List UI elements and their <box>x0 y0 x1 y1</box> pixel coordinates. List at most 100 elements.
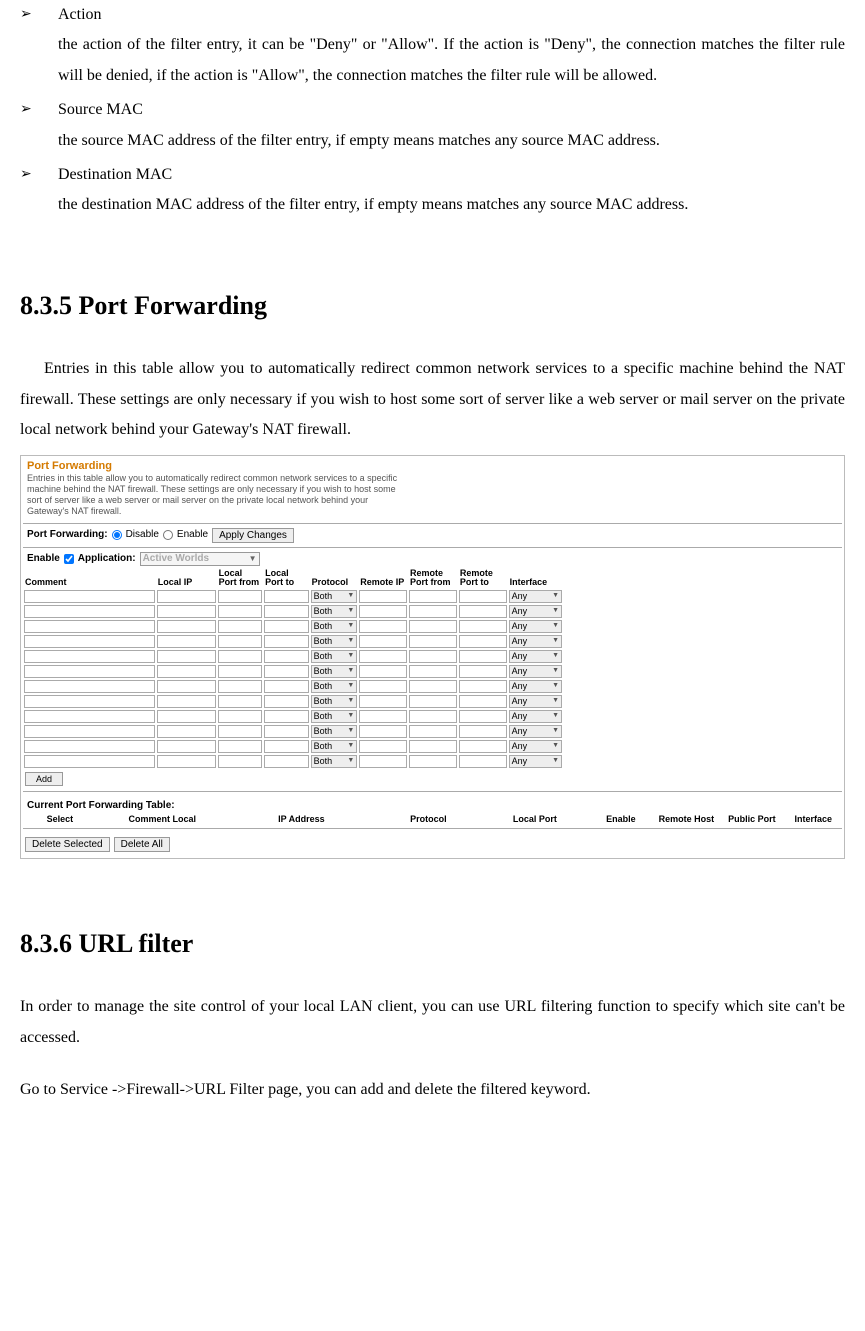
protocol-select[interactable]: Both▼ <box>311 680 358 693</box>
local-port-to-input[interactable] <box>264 635 308 648</box>
local-port-from-input[interactable] <box>218 755 262 768</box>
local-ip-input[interactable] <box>157 680 216 693</box>
local-ip-input[interactable] <box>157 635 216 648</box>
remote-ip-input[interactable] <box>359 650 407 663</box>
remote-port-from-input[interactable] <box>409 605 457 618</box>
protocol-select[interactable]: Both▼ <box>311 590 358 603</box>
local-ip-input[interactable] <box>157 665 216 678</box>
protocol-select[interactable]: Both▼ <box>311 665 358 678</box>
comment-input[interactable] <box>24 650 155 663</box>
local-port-from-input[interactable] <box>218 695 262 708</box>
remote-port-from-input[interactable] <box>409 680 457 693</box>
remote-port-to-input[interactable] <box>459 710 507 723</box>
remote-port-to-input[interactable] <box>459 650 507 663</box>
interface-select[interactable]: Any▼ <box>509 650 562 663</box>
protocol-select[interactable]: Both▼ <box>311 605 358 618</box>
remote-port-to-input[interactable] <box>459 740 507 753</box>
remote-port-to-input[interactable] <box>459 680 507 693</box>
interface-select[interactable]: Any▼ <box>509 725 562 738</box>
comment-input[interactable] <box>24 665 155 678</box>
local-port-to-input[interactable] <box>264 740 308 753</box>
interface-select[interactable]: Any▼ <box>509 755 562 768</box>
apply-changes-button[interactable]: Apply Changes <box>212 528 294 543</box>
local-port-to-input[interactable] <box>264 650 308 663</box>
enable-radio[interactable] <box>163 530 173 540</box>
comment-input[interactable] <box>24 695 155 708</box>
local-port-to-input[interactable] <box>264 755 308 768</box>
local-port-to-input[interactable] <box>264 725 308 738</box>
local-port-to-input[interactable] <box>264 695 308 708</box>
local-ip-input[interactable] <box>157 755 216 768</box>
interface-select[interactable]: Any▼ <box>509 605 562 618</box>
local-ip-input[interactable] <box>157 605 216 618</box>
remote-ip-input[interactable] <box>359 590 407 603</box>
remote-port-from-input[interactable] <box>409 740 457 753</box>
remote-port-from-input[interactable] <box>409 755 457 768</box>
local-port-from-input[interactable] <box>218 635 262 648</box>
interface-select[interactable]: Any▼ <box>509 710 562 723</box>
remote-port-to-input[interactable] <box>459 665 507 678</box>
protocol-select[interactable]: Both▼ <box>311 725 358 738</box>
remote-ip-input[interactable] <box>359 755 407 768</box>
comment-input[interactable] <box>24 590 155 603</box>
interface-select[interactable]: Any▼ <box>509 680 562 693</box>
remote-port-to-input[interactable] <box>459 635 507 648</box>
local-port-to-input[interactable] <box>264 680 308 693</box>
delete-all-button[interactable]: Delete All <box>114 837 170 852</box>
interface-select[interactable]: Any▼ <box>509 635 562 648</box>
delete-selected-button[interactable]: Delete Selected <box>25 837 110 852</box>
local-port-from-input[interactable] <box>218 590 262 603</box>
remote-ip-input[interactable] <box>359 695 407 708</box>
disable-radio[interactable] <box>112 530 122 540</box>
add-button[interactable]: Add <box>25 772 63 787</box>
enable-checkbox[interactable] <box>64 554 74 564</box>
remote-port-from-input[interactable] <box>409 635 457 648</box>
local-ip-input[interactable] <box>157 650 216 663</box>
local-port-from-input[interactable] <box>218 620 262 633</box>
local-port-to-input[interactable] <box>264 590 308 603</box>
protocol-select[interactable]: Both▼ <box>311 695 358 708</box>
remote-ip-input[interactable] <box>359 605 407 618</box>
local-ip-input[interactable] <box>157 725 216 738</box>
local-ip-input[interactable] <box>157 620 216 633</box>
remote-ip-input[interactable] <box>359 710 407 723</box>
remote-ip-input[interactable] <box>359 680 407 693</box>
interface-select[interactable]: Any▼ <box>509 620 562 633</box>
protocol-select[interactable]: Both▼ <box>311 755 358 768</box>
local-port-from-input[interactable] <box>218 650 262 663</box>
local-port-from-input[interactable] <box>218 740 262 753</box>
comment-input[interactable] <box>24 605 155 618</box>
remote-ip-input[interactable] <box>359 740 407 753</box>
local-port-from-input[interactable] <box>218 725 262 738</box>
local-port-from-input[interactable] <box>218 710 262 723</box>
remote-port-to-input[interactable] <box>459 755 507 768</box>
comment-input[interactable] <box>24 710 155 723</box>
interface-select[interactable]: Any▼ <box>509 695 562 708</box>
local-port-from-input[interactable] <box>218 680 262 693</box>
remote-port-from-input[interactable] <box>409 725 457 738</box>
remote-ip-input[interactable] <box>359 635 407 648</box>
remote-port-from-input[interactable] <box>409 620 457 633</box>
application-select[interactable]: Active Worlds ▼ <box>140 552 260 566</box>
remote-port-from-input[interactable] <box>409 710 457 723</box>
remote-port-from-input[interactable] <box>409 695 457 708</box>
comment-input[interactable] <box>24 725 155 738</box>
local-port-to-input[interactable] <box>264 605 308 618</box>
remote-port-to-input[interactable] <box>459 620 507 633</box>
local-ip-input[interactable] <box>157 710 216 723</box>
local-port-to-input[interactable] <box>264 710 308 723</box>
comment-input[interactable] <box>24 740 155 753</box>
remote-port-from-input[interactable] <box>409 590 457 603</box>
comment-input[interactable] <box>24 755 155 768</box>
remote-port-to-input[interactable] <box>459 605 507 618</box>
remote-ip-input[interactable] <box>359 725 407 738</box>
protocol-select[interactable]: Both▼ <box>311 620 358 633</box>
local-port-to-input[interactable] <box>264 620 308 633</box>
protocol-select[interactable]: Both▼ <box>311 740 358 753</box>
remote-port-from-input[interactable] <box>409 650 457 663</box>
local-port-to-input[interactable] <box>264 665 308 678</box>
protocol-select[interactable]: Both▼ <box>311 650 358 663</box>
interface-select[interactable]: Any▼ <box>509 740 562 753</box>
remote-port-to-input[interactable] <box>459 725 507 738</box>
local-port-from-input[interactable] <box>218 605 262 618</box>
